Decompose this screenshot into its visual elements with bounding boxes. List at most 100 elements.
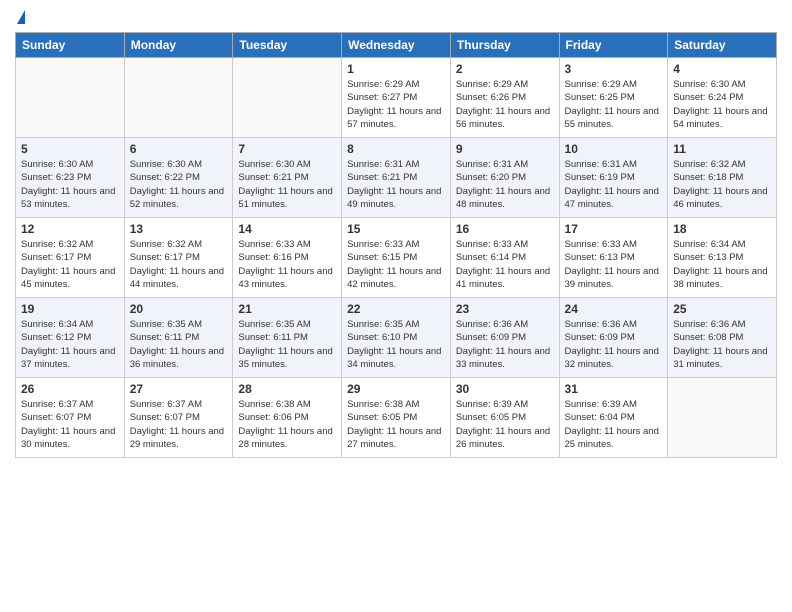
day-number: 30 <box>456 382 554 396</box>
calendar-week-3: 12 Sunrise: 6:32 AMSunset: 6:17 PMDayligh… <box>16 218 777 298</box>
calendar-cell-day-2: 2 Sunrise: 6:29 AMSunset: 6:26 PMDaylight… <box>450 58 559 138</box>
day-number: 25 <box>673 302 771 316</box>
day-number: 20 <box>130 302 228 316</box>
day-info: Sunrise: 6:30 AMSunset: 6:24 PMDaylight:… <box>673 78 771 131</box>
day-number: 1 <box>347 62 445 76</box>
day-number: 27 <box>130 382 228 396</box>
day-info: Sunrise: 6:30 AMSunset: 6:22 PMDaylight:… <box>130 158 228 211</box>
day-info: Sunrise: 6:36 AMSunset: 6:09 PMDaylight:… <box>565 318 663 371</box>
calendar-cell-day-11: 11Sunrise: 6:32 AMSunset: 6:18 PMDayligh… <box>668 138 777 218</box>
day-number: 13 <box>130 222 228 236</box>
calendar-cell-day-empty <box>668 378 777 458</box>
day-info: Sunrise: 6:35 AMSunset: 6:11 PMDaylight:… <box>238 318 336 371</box>
calendar-week-5: 26 Sunrise: 6:37 AMSunset: 6:07 PMDayligh… <box>16 378 777 458</box>
day-info: Sunrise: 6:38 AMSunset: 6:06 PMDaylight:… <box>238 398 336 451</box>
calendar-cell-day-1: 1 Sunrise: 6:29 AMSunset: 6:27 PMDaylight… <box>342 58 451 138</box>
day-number: 8 <box>347 142 445 156</box>
calendar-cell-day-20: 20 Sunrise: 6:35 AMSunset: 6:11 PMDayligh… <box>124 298 233 378</box>
calendar-header: SundayMondayTuesdayWednesdayThursdayFrid… <box>16 33 777 58</box>
day-number: 6 <box>130 142 228 156</box>
calendar-cell-day-8: 8 Sunrise: 6:31 AMSunset: 6:21 PMDaylight… <box>342 138 451 218</box>
calendar-cell-day-15: 15 Sunrise: 6:33 AMSunset: 6:15 PMDayligh… <box>342 218 451 298</box>
day-info: Sunrise: 6:31 AMSunset: 6:19 PMDaylight:… <box>565 158 663 211</box>
logo <box>15 10 25 26</box>
calendar-cell-day-6: 6 Sunrise: 6:30 AMSunset: 6:22 PMDaylight… <box>124 138 233 218</box>
day-number: 26 <box>21 382 119 396</box>
calendar-cell-day-31: 31 Sunrise: 6:39 AMSunset: 6:04 PMDayligh… <box>559 378 668 458</box>
day-number: 9 <box>456 142 554 156</box>
calendar-cell-day-9: 9 Sunrise: 6:31 AMSunset: 6:20 PMDaylight… <box>450 138 559 218</box>
day-info: Sunrise: 6:33 AMSunset: 6:14 PMDaylight:… <box>456 238 554 291</box>
day-info: Sunrise: 6:37 AMSunset: 6:07 PMDaylight:… <box>130 398 228 451</box>
day-info: Sunrise: 6:35 AMSunset: 6:11 PMDaylight:… <box>130 318 228 371</box>
calendar-cell-day-10: 10 Sunrise: 6:31 AMSunset: 6:19 PMDayligh… <box>559 138 668 218</box>
day-info: Sunrise: 6:33 AMSunset: 6:16 PMDaylight:… <box>238 238 336 291</box>
day-number: 14 <box>238 222 336 236</box>
day-number: 10 <box>565 142 663 156</box>
day-info: Sunrise: 6:29 AMSunset: 6:27 PMDaylight:… <box>347 78 445 131</box>
weekday-row: SundayMondayTuesdayWednesdayThursdayFrid… <box>16 33 777 58</box>
calendar-cell-day-5: 5 Sunrise: 6:30 AMSunset: 6:23 PMDaylight… <box>16 138 125 218</box>
day-number: 22 <box>347 302 445 316</box>
calendar-body: 1 Sunrise: 6:29 AMSunset: 6:27 PMDaylight… <box>16 58 777 458</box>
calendar-cell-day-16: 16 Sunrise: 6:33 AMSunset: 6:14 PMDayligh… <box>450 218 559 298</box>
day-number: 31 <box>565 382 663 396</box>
day-info: Sunrise: 6:32 AMSunset: 6:17 PMDaylight:… <box>130 238 228 291</box>
day-info: Sunrise: 6:33 AMSunset: 6:15 PMDaylight:… <box>347 238 445 291</box>
header <box>15 10 777 26</box>
day-number: 12 <box>21 222 119 236</box>
calendar-week-2: 5 Sunrise: 6:30 AMSunset: 6:23 PMDaylight… <box>16 138 777 218</box>
calendar-cell-day-7: 7Sunrise: 6:30 AMSunset: 6:21 PMDaylight… <box>233 138 342 218</box>
day-info: Sunrise: 6:32 AMSunset: 6:17 PMDaylight:… <box>21 238 119 291</box>
day-number: 21 <box>238 302 336 316</box>
calendar-cell-day-4: 4 Sunrise: 6:30 AMSunset: 6:24 PMDaylight… <box>668 58 777 138</box>
day-info: Sunrise: 6:34 AMSunset: 6:12 PMDaylight:… <box>21 318 119 371</box>
calendar-cell-day-23: 23 Sunrise: 6:36 AMSunset: 6:09 PMDayligh… <box>450 298 559 378</box>
day-info: Sunrise: 6:32 AMSunset: 6:18 PMDaylight:… <box>673 158 771 211</box>
calendar-cell-day-26: 26 Sunrise: 6:37 AMSunset: 6:07 PMDayligh… <box>16 378 125 458</box>
logo-triangle-icon <box>17 10 25 24</box>
day-number: 4 <box>673 62 771 76</box>
day-info: Sunrise: 6:35 AMSunset: 6:10 PMDaylight:… <box>347 318 445 371</box>
day-info: Sunrise: 6:36 AMSunset: 6:09 PMDaylight:… <box>456 318 554 371</box>
day-info: Sunrise: 6:31 AMSunset: 6:21 PMDaylight:… <box>347 158 445 211</box>
day-number: 15 <box>347 222 445 236</box>
weekday-header-thursday: Thursday <box>450 33 559 58</box>
day-number: 16 <box>456 222 554 236</box>
weekday-header-monday: Monday <box>124 33 233 58</box>
day-info: Sunrise: 6:31 AMSunset: 6:20 PMDaylight:… <box>456 158 554 211</box>
calendar-cell-day-24: 24 Sunrise: 6:36 AMSunset: 6:09 PMDayligh… <box>559 298 668 378</box>
weekday-header-sunday: Sunday <box>16 33 125 58</box>
day-number: 28 <box>238 382 336 396</box>
day-number: 19 <box>21 302 119 316</box>
day-number: 24 <box>565 302 663 316</box>
day-info: Sunrise: 6:29 AMSunset: 6:26 PMDaylight:… <box>456 78 554 131</box>
day-number: 23 <box>456 302 554 316</box>
calendar-cell-day-13: 13 Sunrise: 6:32 AMSunset: 6:17 PMDayligh… <box>124 218 233 298</box>
weekday-header-saturday: Saturday <box>668 33 777 58</box>
day-info: Sunrise: 6:33 AMSunset: 6:13 PMDaylight:… <box>565 238 663 291</box>
day-number: 17 <box>565 222 663 236</box>
day-number: 3 <box>565 62 663 76</box>
calendar-cell-day-empty <box>233 58 342 138</box>
day-number: 29 <box>347 382 445 396</box>
day-number: 2 <box>456 62 554 76</box>
weekday-header-wednesday: Wednesday <box>342 33 451 58</box>
calendar-cell-day-14: 14 Sunrise: 6:33 AMSunset: 6:16 PMDayligh… <box>233 218 342 298</box>
day-info: Sunrise: 6:37 AMSunset: 6:07 PMDaylight:… <box>21 398 119 451</box>
calendar-cell-day-21: 21 Sunrise: 6:35 AMSunset: 6:11 PMDayligh… <box>233 298 342 378</box>
calendar-cell-day-27: 27 Sunrise: 6:37 AMSunset: 6:07 PMDayligh… <box>124 378 233 458</box>
calendar-cell-day-30: 30Sunrise: 6:39 AMSunset: 6:05 PMDayligh… <box>450 378 559 458</box>
day-info: Sunrise: 6:39 AMSunset: 6:04 PMDaylight:… <box>565 398 663 451</box>
calendar-cell-day-empty <box>124 58 233 138</box>
day-info: Sunrise: 6:30 AMSunset: 6:21 PMDaylight:… <box>238 158 336 211</box>
calendar-cell-day-12: 12 Sunrise: 6:32 AMSunset: 6:17 PMDayligh… <box>16 218 125 298</box>
day-info: Sunrise: 6:30 AMSunset: 6:23 PMDaylight:… <box>21 158 119 211</box>
calendar-cell-day-empty <box>16 58 125 138</box>
calendar-cell-day-19: 19 Sunrise: 6:34 AMSunset: 6:12 PMDayligh… <box>16 298 125 378</box>
day-info: Sunrise: 6:34 AMSunset: 6:13 PMDaylight:… <box>673 238 771 291</box>
day-info: Sunrise: 6:29 AMSunset: 6:25 PMDaylight:… <box>565 78 663 131</box>
calendar-cell-day-25: 25Sunrise: 6:36 AMSunset: 6:08 PMDayligh… <box>668 298 777 378</box>
weekday-header-tuesday: Tuesday <box>233 33 342 58</box>
day-number: 5 <box>21 142 119 156</box>
